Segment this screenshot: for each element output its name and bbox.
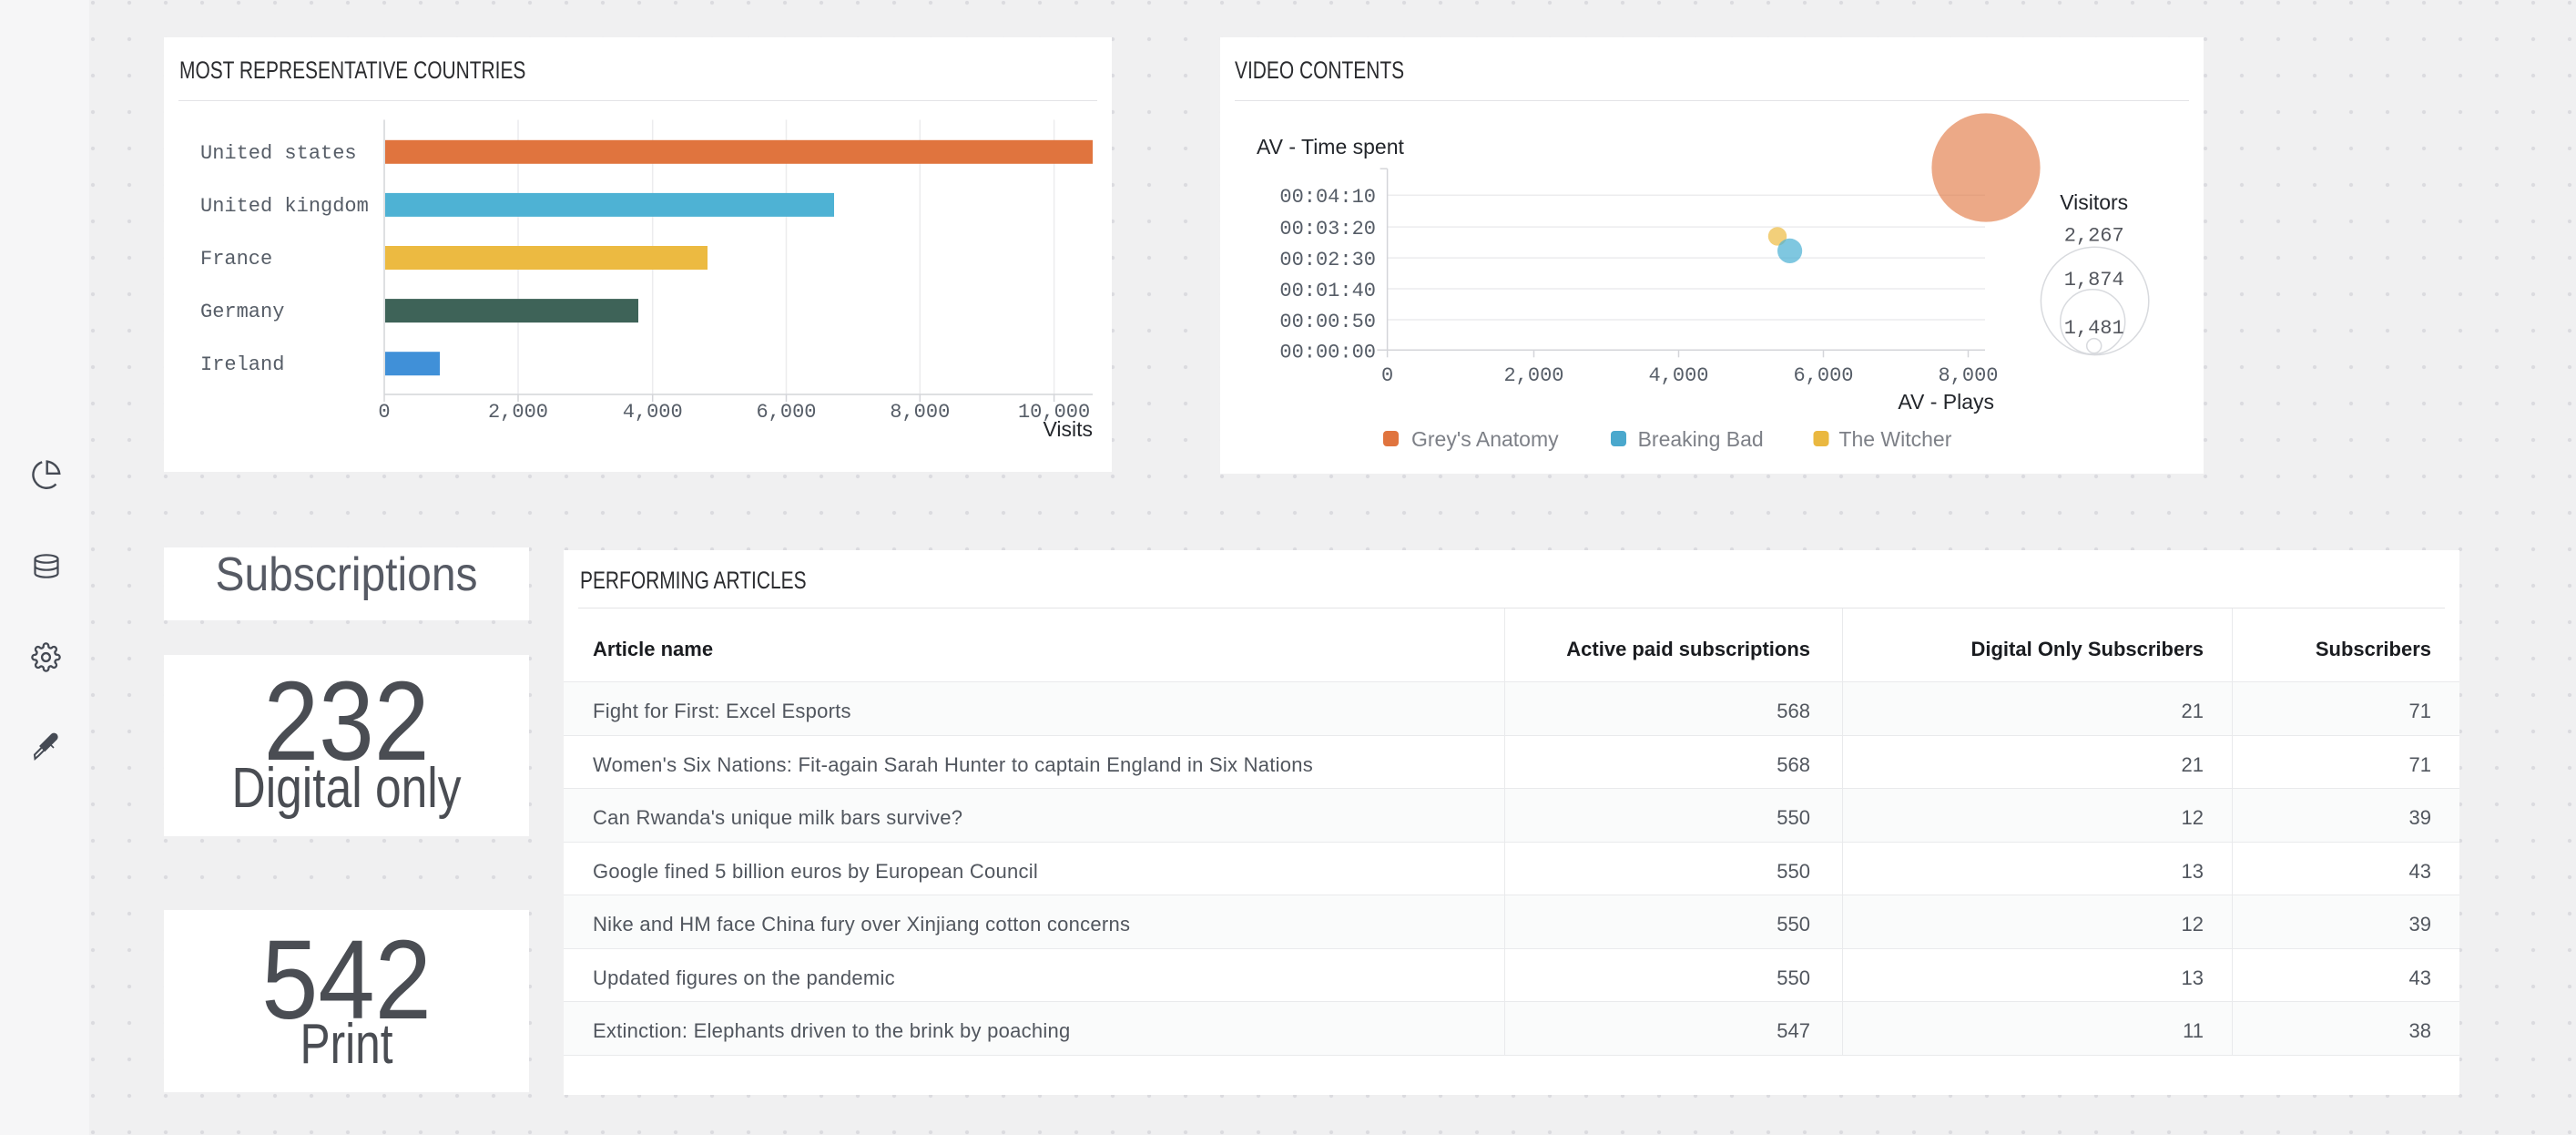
svg-text:00:00:50: 00:00:50 — [1279, 311, 1376, 333]
svg-text:2,000: 2,000 — [1503, 364, 1563, 387]
svg-text:France: France — [200, 248, 272, 271]
svg-text:00:02:30: 00:02:30 — [1279, 249, 1376, 271]
svg-text:8,000: 8,000 — [890, 401, 950, 424]
svg-text:00:01:40: 00:01:40 — [1279, 280, 1376, 302]
svg-text:1,481: 1,481 — [2064, 317, 2124, 340]
svg-text:2,267: 2,267 — [2064, 225, 2124, 248]
svg-text:AV - Time spent: AV - Time spent — [1257, 135, 1405, 158]
svg-text:Ireland: Ireland — [200, 353, 284, 376]
svg-text:6,000: 6,000 — [1793, 364, 1853, 387]
svg-text:00:04:10: 00:04:10 — [1279, 186, 1376, 209]
svg-text:0: 0 — [378, 401, 390, 424]
svg-text:The Witcher: The Witcher — [1838, 427, 1951, 451]
svg-text:Visits: Visits — [1043, 417, 1093, 441]
svg-text:Germany: Germany — [200, 301, 284, 323]
svg-text:4,000: 4,000 — [1648, 364, 1708, 387]
svg-text:0: 0 — [1381, 364, 1393, 387]
svg-text:Visitors: Visitors — [2060, 190, 2128, 214]
svg-text:1,874: 1,874 — [2064, 269, 2124, 291]
svg-text:United states: United states — [200, 142, 357, 165]
svg-text:4,000: 4,000 — [623, 401, 683, 424]
svg-text:00:03:20: 00:03:20 — [1279, 218, 1376, 240]
svg-text:United kingdom: United kingdom — [200, 195, 369, 218]
svg-text:8,000: 8,000 — [1938, 364, 1998, 387]
svg-text:2,000: 2,000 — [488, 401, 548, 424]
svg-text:Grey's Anatomy: Grey's Anatomy — [1411, 427, 1559, 451]
svg-text:6,000: 6,000 — [756, 401, 816, 424]
svg-text:Breaking Bad: Breaking Bad — [1638, 427, 1764, 451]
svg-text:AV - Plays: AV - Plays — [1898, 390, 1994, 414]
svg-text:00:00:00: 00:00:00 — [1279, 341, 1376, 363]
